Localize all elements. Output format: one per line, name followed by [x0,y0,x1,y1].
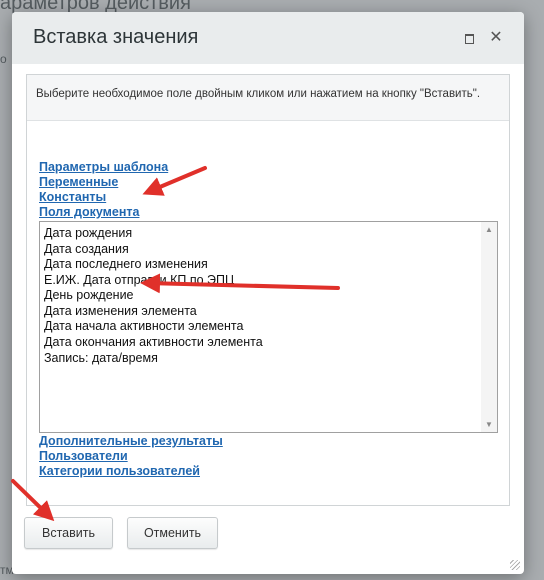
listbox-scrollbar[interactable]: ▲ ▼ [481,222,497,432]
resize-grip-icon[interactable] [510,560,520,570]
link-constants[interactable]: Константы [39,190,106,205]
list-item[interactable]: Дата рождения [44,226,132,241]
cancel-button[interactable]: Отменить [127,517,218,549]
background-text-fragment: о [0,52,7,66]
scroll-down-icon[interactable]: ▼ [485,420,493,429]
dialog-title: Вставка значения [33,26,199,48]
dialog-header: Вставка значения ✕ [12,12,524,64]
list-item[interactable]: Е.ИЖ. Дата отправки КП по ЭПЦ [44,273,234,288]
close-icon[interactable]: ✕ [488,30,504,46]
scroll-up-icon[interactable]: ▲ [485,225,493,234]
link-user-categories[interactable]: Категории пользователей [39,464,200,479]
info-text: Выберите необходимое поле двойным кликом… [36,88,481,100]
insert-button[interactable]: Вставить [24,517,113,549]
list-item[interactable]: Дата окончания активности элемента [44,335,263,350]
link-variables[interactable]: Переменные [39,175,118,190]
link-additional-results[interactable]: Дополнительные результаты [39,434,223,449]
link-template-params[interactable]: Параметры шаблона [39,160,168,175]
list-item[interactable]: День рождение [44,288,134,303]
info-bar: Выберите необходимое поле двойным кликом… [27,75,509,121]
maximize-icon[interactable] [461,30,477,46]
link-users[interactable]: Пользователи [39,449,128,464]
list-item[interactable]: Дата начала активности элемента [44,319,243,334]
dialog-content: Выберите необходимое поле двойным кликом… [26,74,510,506]
list-item[interactable]: Запись: дата/время [44,351,158,366]
list-item[interactable]: Дата изменения элемента [44,304,197,319]
insert-value-dialog: Вставка значения ✕ Выберите необходимое … [12,12,524,574]
link-document-fields[interactable]: Поля документа [39,205,139,220]
list-item[interactable]: Дата создания [44,242,129,257]
fields-listbox[interactable]: Дата рождения Дата создания Дата последн… [39,221,498,433]
list-item[interactable]: Дата последнего изменения [44,257,208,272]
